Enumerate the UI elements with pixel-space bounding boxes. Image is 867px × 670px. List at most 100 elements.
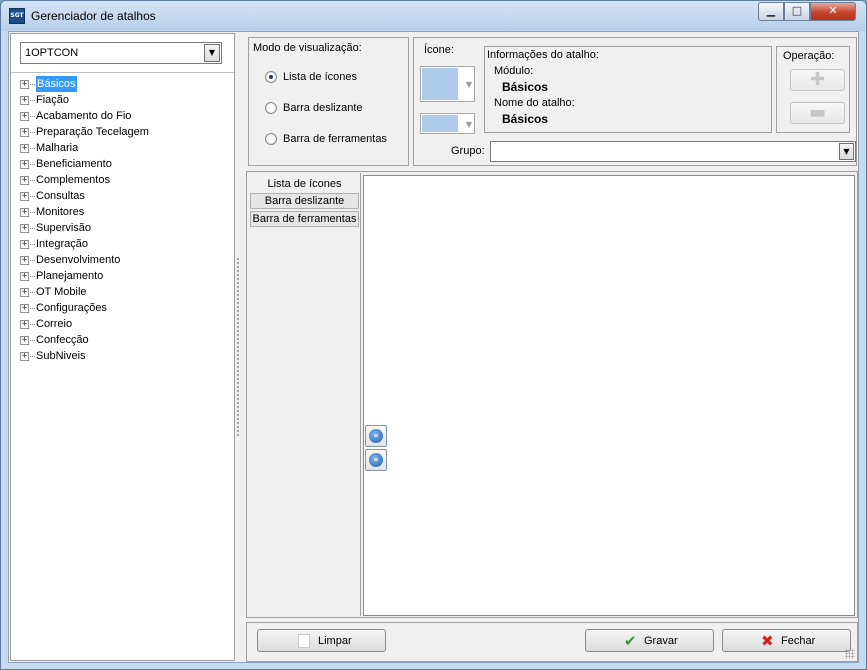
tree-connector xyxy=(30,148,35,149)
move-right-button[interactable]: » xyxy=(365,449,387,471)
tab-barra-deslizante[interactable]: Barra deslizante xyxy=(250,193,359,209)
tree-item-label: Fiação xyxy=(36,94,70,106)
radio-indicator[interactable] xyxy=(265,133,277,145)
module-label: Módulo: xyxy=(494,65,534,77)
tree-item-label: Confecção xyxy=(36,334,89,346)
clear-button[interactable]: Limpar xyxy=(257,629,386,652)
tree-connector xyxy=(30,132,35,133)
add-shortcut-button[interactable]: ✚ xyxy=(790,69,845,91)
tree-connector xyxy=(30,356,35,357)
shortcut-name-label: Nome do atalho: xyxy=(494,97,575,109)
plus-icon: ✚ xyxy=(809,69,826,90)
tree-item-label: Planejamento xyxy=(36,270,104,282)
maximize-button[interactable]: □ xyxy=(784,2,810,21)
chevron-down-icon[interactable]: ▼ xyxy=(466,120,472,129)
expand-icon[interactable]: + xyxy=(20,240,29,249)
divider xyxy=(11,72,234,73)
tab-barra-de-ferramentas[interactable]: Barra de ferramentas xyxy=(250,211,359,227)
icon-swatch xyxy=(422,115,458,132)
tab-lista-de-icones[interactable]: Lista de ícones xyxy=(250,174,359,192)
expand-icon[interactable]: + xyxy=(20,336,29,345)
expand-icon[interactable]: + xyxy=(20,208,29,217)
shortcut-canvas[interactable] xyxy=(363,175,855,616)
tree-connector xyxy=(30,100,35,101)
module-selector[interactable]: 1OPTCON ▼ xyxy=(20,42,222,64)
group-label: Grupo: xyxy=(451,145,485,157)
radio-indicator[interactable] xyxy=(265,102,277,114)
expand-icon[interactable]: + xyxy=(20,160,29,169)
module-panel: 1OPTCON ▼ + Básicos + Fiação + Acabamento do … xyxy=(10,33,235,661)
radio-label: Barra de ferramentas xyxy=(283,133,387,145)
large-icon-picker[interactable]: ▼ xyxy=(420,66,475,102)
expand-icon[interactable]: + xyxy=(20,256,29,265)
close-button[interactable]: ✖ Fechar xyxy=(722,629,851,652)
expand-icon[interactable]: + xyxy=(20,288,29,297)
tree-connector xyxy=(30,212,35,213)
panel-splitter-handle[interactable] xyxy=(236,257,240,437)
operation-box: Operação: ✚ ▬ xyxy=(776,46,850,133)
save-button-label: Gravar xyxy=(644,635,678,647)
check-icon: ✔ xyxy=(624,632,637,650)
expand-icon[interactable]: + xyxy=(20,192,29,201)
title-bar[interactable]: SGT Gerenciador de atalhos ▁ □ ✕ xyxy=(1,1,866,31)
shortcut-view-area: Lista de ícones Barra deslizante Barra d… xyxy=(246,171,858,618)
shortcut-info-box: Informações do atalho: Módulo: Básicos N… xyxy=(484,46,772,133)
window-title: Gerenciador de atalhos xyxy=(31,9,156,23)
shortcut-name-value: Básicos xyxy=(502,112,549,126)
tree-item-label: Integração xyxy=(36,238,88,250)
tree-connector xyxy=(30,84,35,85)
expand-icon[interactable]: + xyxy=(20,96,29,105)
move-left-button[interactable]: « xyxy=(365,425,387,447)
operation-title: Operação: xyxy=(783,50,835,62)
expand-icon[interactable]: + xyxy=(20,112,29,121)
tree-item-label: Preparação Tecelagem xyxy=(36,126,149,138)
radio-indicator[interactable] xyxy=(265,71,277,83)
group-selector[interactable]: ▼ xyxy=(490,141,856,162)
close-window-button[interactable]: ✕ xyxy=(810,2,856,21)
tree-item-label: Básicos xyxy=(36,76,77,92)
tree-connector xyxy=(30,180,35,181)
expand-icon[interactable]: + xyxy=(20,80,29,89)
resize-grip[interactable] xyxy=(845,649,855,659)
save-button[interactable]: ✔ Gravar xyxy=(585,629,714,652)
tree-connector xyxy=(30,340,35,341)
fast-forward-icon: » xyxy=(369,453,383,467)
tree-item-label: Configurações xyxy=(36,302,107,314)
chevron-down-icon[interactable]: ▼ xyxy=(466,80,472,89)
tree-item-label: Consultas xyxy=(36,190,85,202)
tree-connector xyxy=(30,196,35,197)
expand-icon[interactable]: + xyxy=(20,304,29,313)
main-window: SGT Gerenciador de atalhos ▁ □ ✕ 1OPTCON… xyxy=(0,0,867,670)
tree-connector xyxy=(30,260,35,261)
expand-icon[interactable]: + xyxy=(20,224,29,233)
expand-icon[interactable]: + xyxy=(20,144,29,153)
tree-connector xyxy=(30,164,35,165)
shortcut-info-title: Informações do atalho: xyxy=(487,49,599,61)
shortcut-settings-group: Ícone: ▼ ▼ Informações do atalho: Módulo… xyxy=(413,37,857,166)
expand-icon[interactable]: + xyxy=(20,272,29,281)
clear-button-label: Limpar xyxy=(318,635,352,647)
module-selector-value: 1OPTCON xyxy=(25,47,79,59)
remove-shortcut-button[interactable]: ▬ xyxy=(790,102,845,124)
tree-connector xyxy=(30,116,35,117)
tree-item-label: Complementos xyxy=(36,174,110,186)
expand-icon[interactable]: + xyxy=(20,320,29,329)
close-icon: ✖ xyxy=(761,632,774,650)
tree-item-label: Desenvolvimento xyxy=(36,254,121,266)
chevron-down-icon[interactable]: ▼ xyxy=(839,143,854,160)
minimize-button[interactable]: ▁ xyxy=(758,2,784,21)
rewind-icon: « xyxy=(369,429,383,443)
expand-icon[interactable]: + xyxy=(20,352,29,361)
tree-item-label: Malharia xyxy=(36,142,79,154)
divider xyxy=(360,173,361,616)
tree-connector xyxy=(30,228,35,229)
chevron-down-icon[interactable]: ▼ xyxy=(204,44,220,62)
tree-item-label: Acabamento do Fio xyxy=(36,110,132,122)
close-button-label: Fechar xyxy=(781,635,816,647)
radio-label: Lista de ícones xyxy=(283,71,357,83)
small-icon-picker[interactable]: ▼ xyxy=(420,113,475,134)
expand-icon[interactable]: + xyxy=(20,176,29,185)
icon-swatch xyxy=(422,68,458,100)
tree-connector xyxy=(30,308,35,309)
expand-icon[interactable]: + xyxy=(20,128,29,137)
